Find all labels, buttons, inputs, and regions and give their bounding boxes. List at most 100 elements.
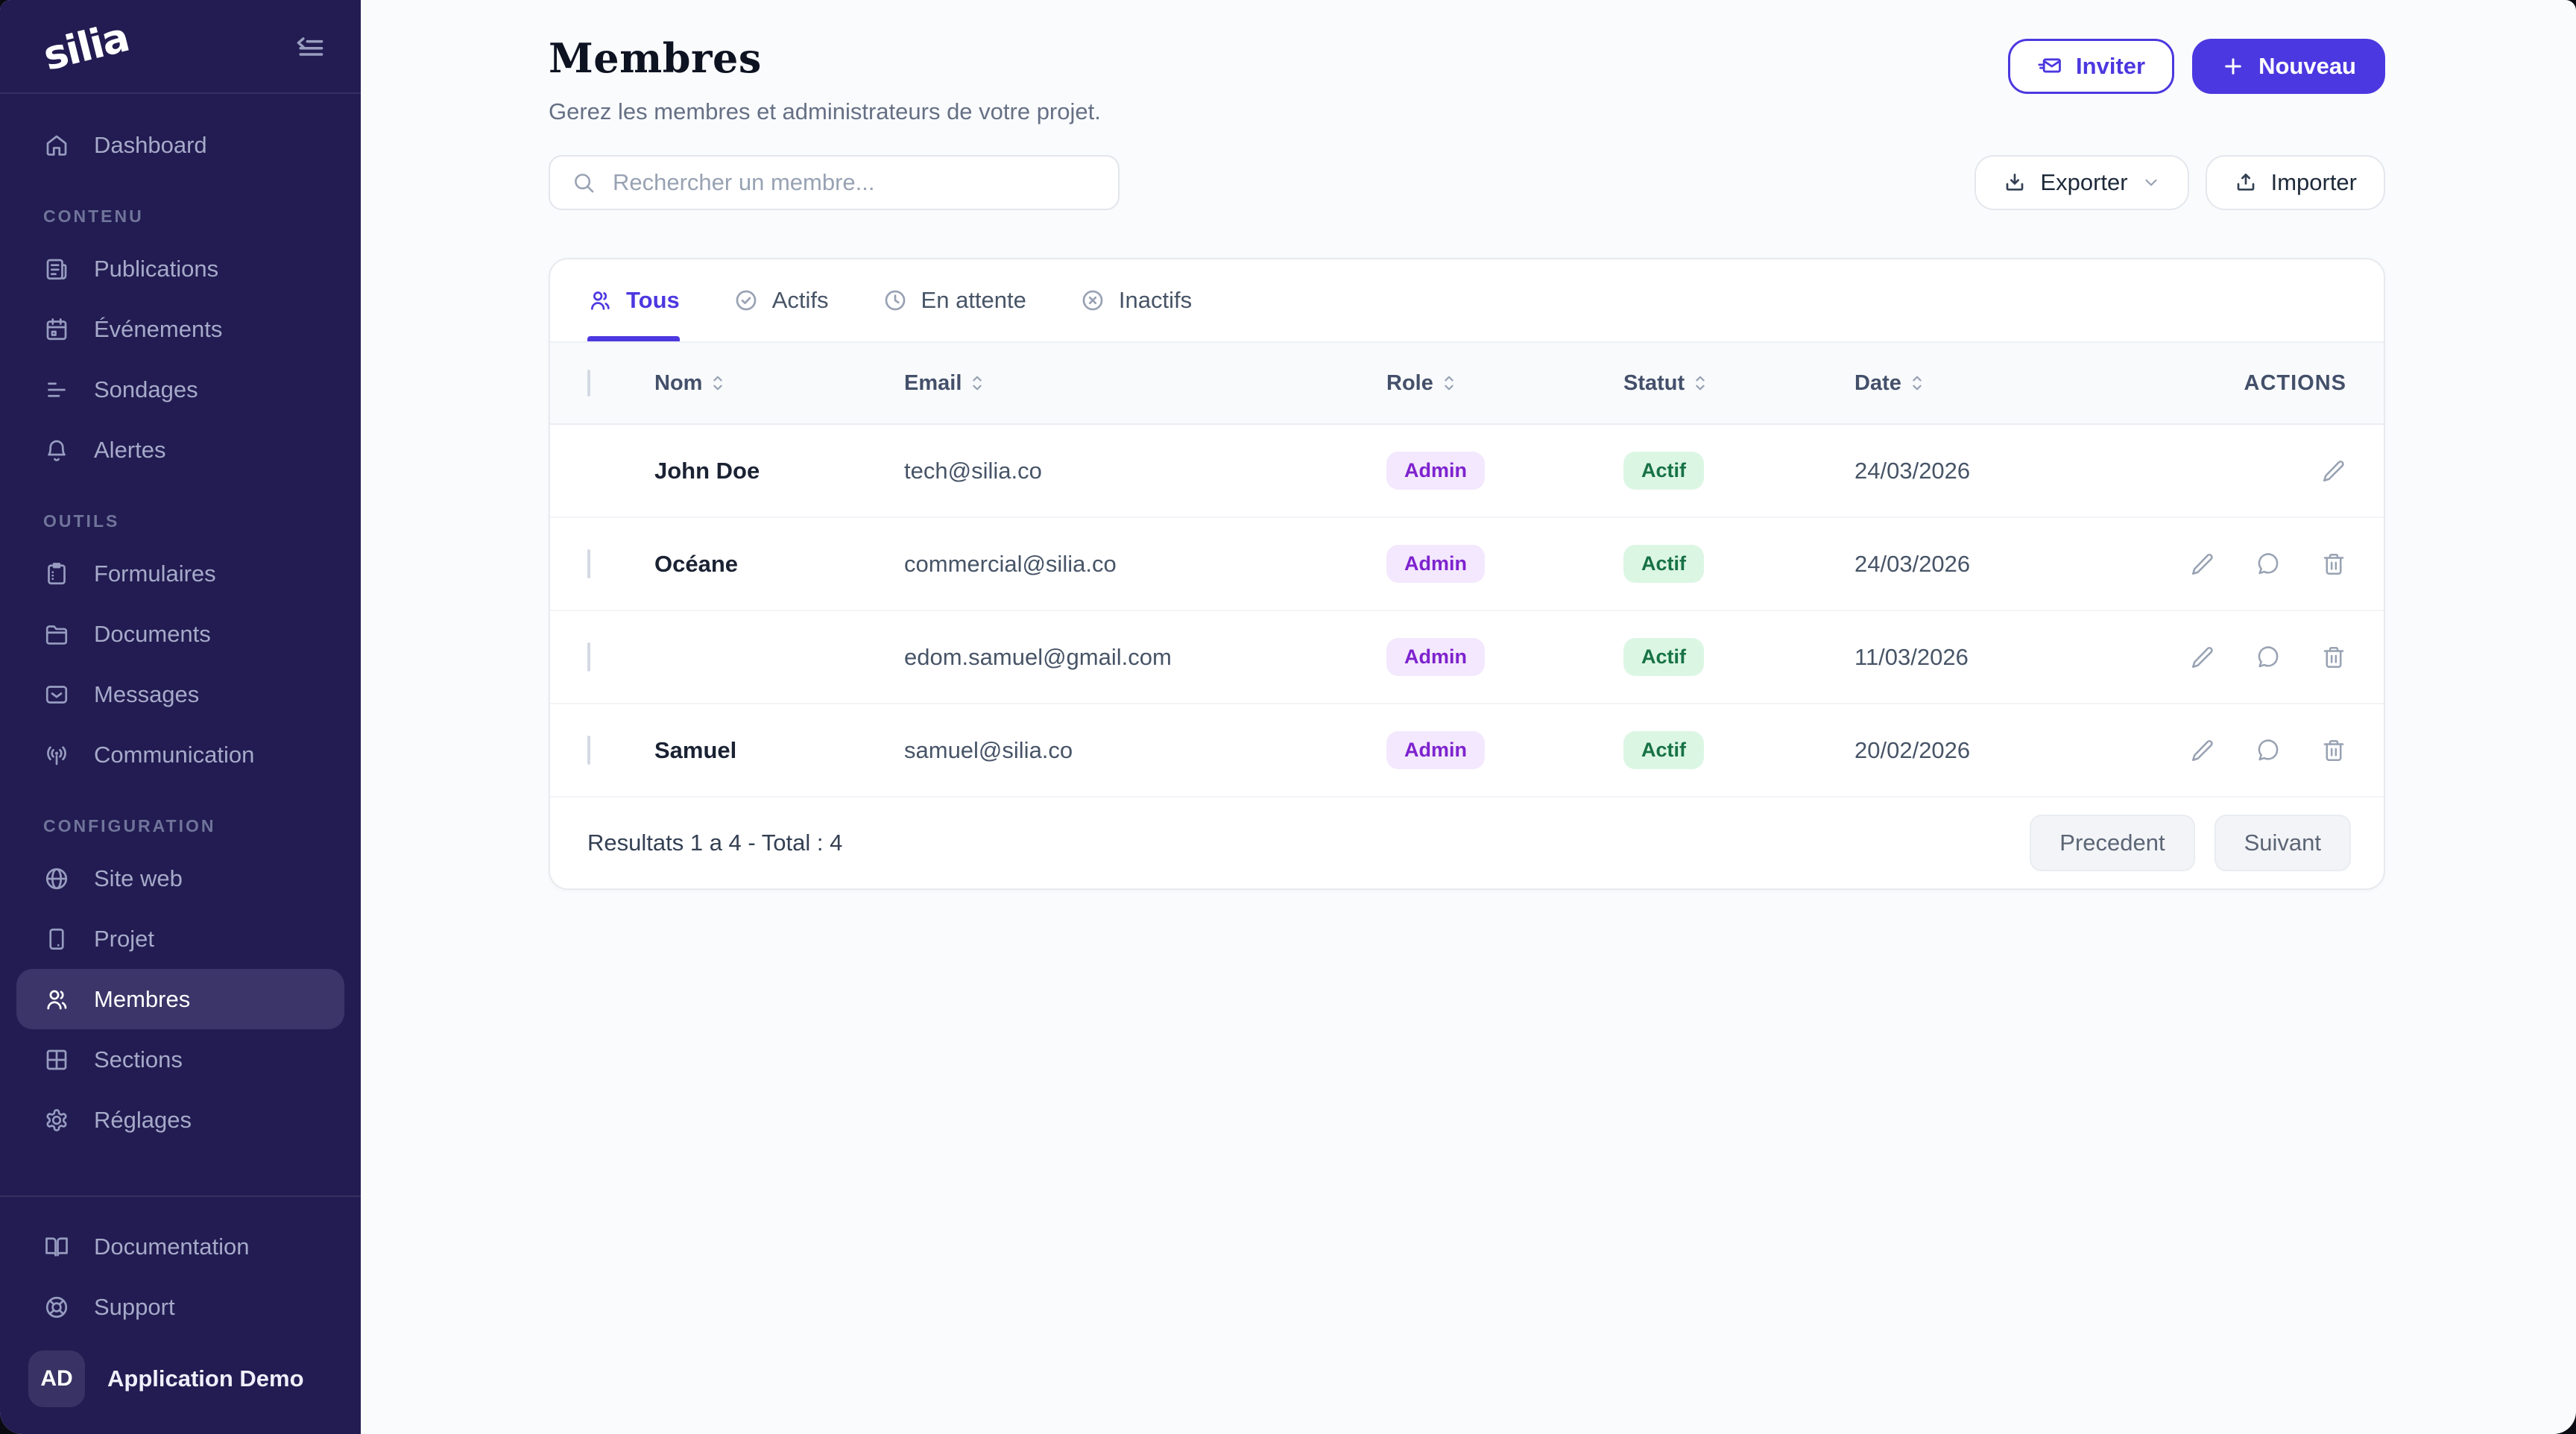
users-icon (43, 986, 70, 1013)
table-row: John Doe tech@silia.co Admin Actif 24/03… (550, 425, 2384, 518)
sidebar-item-support[interactable]: Support (16, 1277, 344, 1337)
table-row: Océane commercial@silia.co Admin Actif 2… (550, 518, 2384, 611)
plus-icon (2221, 54, 2245, 78)
delete-icon[interactable] (2321, 645, 2346, 670)
row-checkbox[interactable] (587, 549, 590, 578)
avatar: AD (28, 1351, 85, 1407)
member-date: 20/02/2026 (1854, 737, 2175, 764)
sidebar-item-membres[interactable]: Membres (16, 969, 344, 1029)
new-button[interactable]: Nouveau (2192, 39, 2385, 94)
sort-icon (969, 373, 985, 393)
import-button[interactable]: Importer (2206, 155, 2385, 210)
new-label: Nouveau (2258, 53, 2356, 80)
app-logo: silia (39, 13, 133, 80)
tab-en-attente[interactable]: En attente (883, 259, 1026, 341)
next-page-button[interactable]: Suivant (2214, 815, 2351, 871)
panel-collapse-icon (294, 30, 326, 63)
comment-icon[interactable] (2255, 645, 2281, 670)
page-header: Membres Gerez les membres et administrat… (549, 34, 2385, 125)
export-button[interactable]: Exporter (1974, 155, 2188, 210)
sidebar-item-sondages[interactable]: Sondages (16, 359, 344, 420)
search-icon (571, 170, 596, 195)
tab-tous[interactable]: Tous (587, 259, 680, 341)
table-row: edom.samuel@gmail.com Admin Actif 11/03/… (550, 611, 2384, 704)
column-label: Date (1854, 371, 1901, 396)
search-input[interactable] (613, 169, 1097, 196)
row-checkbox[interactable] (587, 642, 590, 672)
tab-inactifs[interactable]: Inactifs (1080, 259, 1192, 341)
edit-icon[interactable] (2321, 458, 2346, 484)
delete-icon[interactable] (2321, 552, 2346, 577)
comment-icon[interactable] (2255, 552, 2281, 577)
column-header-role[interactable]: Role (1386, 371, 1623, 396)
role-badge: Admin (1386, 731, 1485, 769)
sidebar-item-documentation[interactable]: Documentation (16, 1216, 344, 1277)
sidebar-item-documents[interactable]: Documents (16, 604, 344, 664)
export-label: Exporter (2040, 169, 2127, 196)
column-header-email[interactable]: Email (904, 371, 1386, 396)
sidebar-item-label: Formulaires (94, 560, 216, 587)
tab-label: Actifs (772, 287, 829, 314)
smartphone-icon (43, 926, 70, 953)
sidebar-item-label: Alertes (94, 437, 165, 464)
sidebar-item-label: Sondages (94, 376, 198, 403)
invite-button[interactable]: Inviter (2008, 39, 2174, 94)
sidebar-item-label: Publications (94, 256, 218, 282)
sidebar-item-formulaires[interactable]: Formulaires (16, 543, 344, 604)
column-header-nom[interactable]: Nom (654, 371, 904, 396)
sidebar-item-alertes[interactable]: Alertes (16, 420, 344, 480)
column-label: Statut (1623, 371, 1685, 396)
sidebar-item-publications[interactable]: Publications (16, 239, 344, 299)
member-date: 24/03/2026 (1854, 458, 2175, 484)
sidebar-item-label: Membres (94, 986, 190, 1013)
previous-page-button[interactable]: Precedent (2030, 815, 2194, 871)
row-checkbox[interactable] (587, 736, 590, 765)
user-menu[interactable]: AD Application Demo (16, 1337, 344, 1427)
sidebar-item-label: Documentation (94, 1234, 250, 1260)
sidebar-item-label: Support (94, 1294, 175, 1321)
sort-icon (1441, 373, 1457, 393)
sidebar-item-label: Messages (94, 681, 199, 708)
sidebar-collapse-button[interactable] (294, 30, 326, 63)
role-badge: Admin (1386, 545, 1485, 583)
tab-label: En attente (921, 287, 1026, 314)
sidebar-item-site-web[interactable]: Site web (16, 848, 344, 909)
edit-icon[interactable] (2190, 738, 2215, 763)
column-header-date[interactable]: Date (1854, 371, 2175, 396)
page-subtitle: Gerez les membres et administrateurs de … (549, 98, 1101, 125)
sidebar-item-label: Site web (94, 865, 183, 892)
edit-icon[interactable] (2190, 645, 2215, 670)
edit-icon[interactable] (2190, 552, 2215, 577)
envelope-icon (43, 681, 70, 708)
sidebar-item-reglages[interactable]: Réglages (16, 1090, 344, 1150)
sidebar-item-communication[interactable]: Communication (16, 724, 344, 785)
tab-label: Tous (626, 287, 680, 314)
sidebar-group-configuration: CONFIGURATION (16, 785, 344, 848)
column-header-statut[interactable]: Statut (1623, 371, 1854, 396)
newspaper-icon (43, 256, 70, 282)
member-name: Samuel (654, 737, 904, 764)
sidebar-item-dashboard[interactable]: Dashboard (16, 115, 344, 175)
sidebar-item-label: Réglages (94, 1107, 192, 1134)
sidebar-item-projet[interactable]: Projet (16, 909, 344, 969)
sidebar-item-messages[interactable]: Messages (16, 664, 344, 724)
members-card: Tous Actifs En attente (549, 258, 2385, 890)
sort-icon (1909, 373, 1925, 393)
card-footer: Resultats 1 a 4 - Total : 4 Precedent Su… (550, 797, 2384, 888)
tab-actifs[interactable]: Actifs (733, 259, 829, 341)
select-all-checkbox[interactable] (587, 370, 590, 397)
upload-icon (2234, 171, 2258, 195)
sidebar-item-evenements[interactable]: Événements (16, 299, 344, 359)
main-content: Membres Gerez les membres et administrat… (361, 0, 2576, 1434)
sidebar-item-sections[interactable]: Sections (16, 1029, 344, 1090)
toolbar-right: Exporter Importer (1974, 155, 2385, 210)
search-box (549, 155, 1120, 210)
status-badge: Actif (1623, 452, 1704, 490)
delete-icon[interactable] (2321, 738, 2346, 763)
member-date: 11/03/2026 (1854, 644, 2175, 671)
comment-icon[interactable] (2255, 738, 2281, 763)
send-mail-icon (2037, 54, 2062, 79)
sidebar-footer: Documentation Support AD Application Dem… (0, 1195, 361, 1434)
sidebar-group-contenu: CONTENU (16, 175, 344, 239)
role-badge: Admin (1386, 638, 1485, 676)
